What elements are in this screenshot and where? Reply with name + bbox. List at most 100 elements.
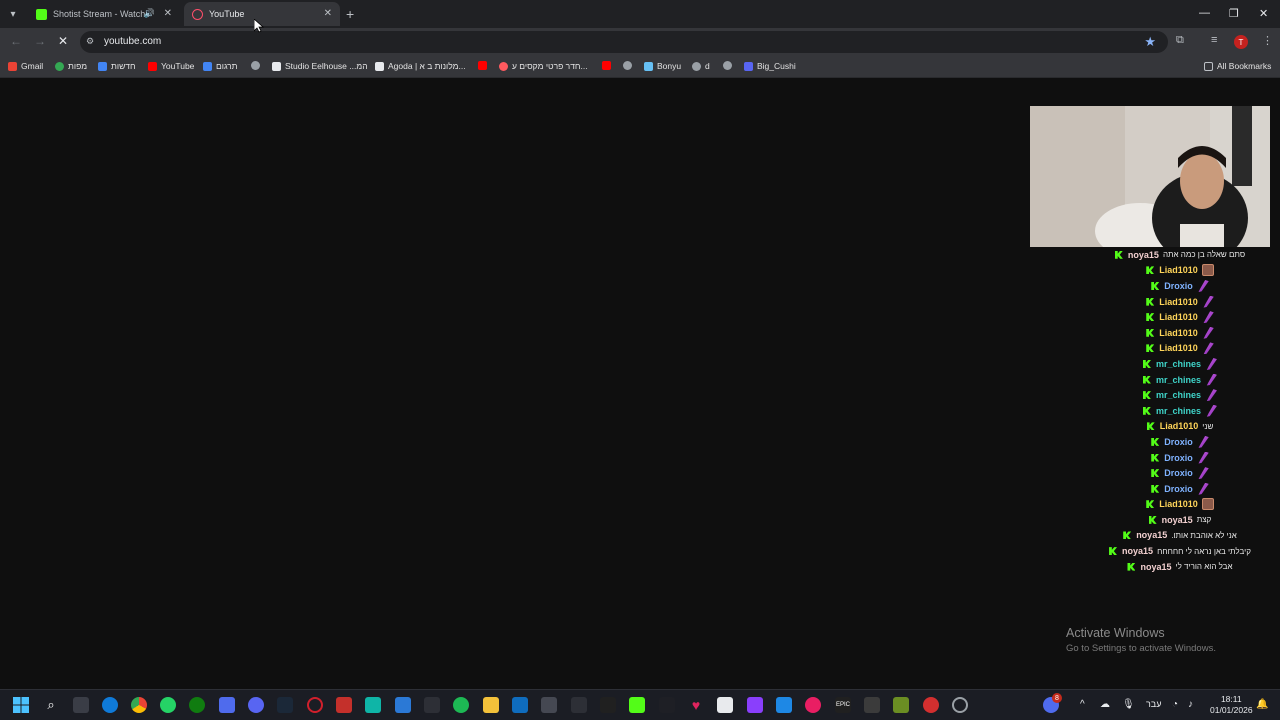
bookmark-news[interactable]: חדשות xyxy=(98,61,136,71)
close-window-button[interactable]: ✕ xyxy=(1259,7,1268,20)
media-controls-icon[interactable]: ≡ xyxy=(1211,34,1217,46)
menu-icon[interactable]: ⋮ xyxy=(1262,34,1273,47)
chat-username[interactable]: Droxio xyxy=(1164,453,1193,463)
clock[interactable]: 18:11 01/01/2026 xyxy=(1210,694,1253,716)
app-icon-11[interactable] xyxy=(923,697,939,713)
app-icon-9[interactable] xyxy=(805,697,821,713)
chat-username[interactable]: Liad1010 xyxy=(1159,265,1198,275)
address-bar[interactable]: ⚙ youtube.com ★ xyxy=(80,31,1168,53)
chat-username[interactable]: mr_chines xyxy=(1156,390,1201,400)
chat-username[interactable]: Liad1010 xyxy=(1159,343,1198,353)
chat-username[interactable]: Liad1010 xyxy=(1159,297,1198,307)
kick-icon[interactable] xyxy=(629,697,645,713)
app-icon-7[interactable] xyxy=(747,697,763,713)
bookmark-bonyu[interactable]: Bonyu xyxy=(644,61,681,71)
chat-username[interactable]: noya15 xyxy=(1122,546,1153,556)
back-button[interactable]: ← xyxy=(10,34,22,48)
copilot-icon[interactable] xyxy=(219,697,235,713)
whatsapp-icon[interactable] xyxy=(160,697,176,713)
app-icon-2[interactable] xyxy=(424,697,440,713)
chat-username[interactable]: Droxio xyxy=(1164,484,1193,494)
heart-icon[interactable]: ♥ xyxy=(688,697,704,713)
discord-icon[interactable] xyxy=(248,697,264,713)
bookmark-translate[interactable]: תרגום xyxy=(203,61,238,71)
app-icon-8[interactable] xyxy=(776,697,792,713)
bookmark-youtube-2[interactable] xyxy=(478,61,491,70)
bookmark-big-cushi[interactable]: Big_Cushi xyxy=(744,61,796,71)
chat-username[interactable]: Droxio xyxy=(1164,468,1193,478)
edge-icon[interactable] xyxy=(102,697,118,713)
new-tab-button[interactable]: + xyxy=(346,6,354,22)
steam-icon[interactable] xyxy=(277,697,293,713)
onedrive-icon[interactable]: ☁ xyxy=(1100,699,1110,710)
app-icon-5[interactable] xyxy=(571,697,587,713)
chat-username[interactable]: mr_chines xyxy=(1156,406,1201,416)
tab-kick-stream[interactable]: Shotist Stream - Watch Live 🔊 ✕ xyxy=(28,2,180,26)
bookmark-globe-3[interactable] xyxy=(723,61,736,70)
bookmark-maps[interactable]: מפות xyxy=(55,61,87,71)
start-button[interactable] xyxy=(13,697,29,713)
restore-button[interactable]: ❐ xyxy=(1229,7,1239,20)
stop-loading-button[interactable]: ✕ xyxy=(58,34,68,48)
chat-username[interactable]: Droxio xyxy=(1164,437,1193,447)
minecraft-icon[interactable] xyxy=(893,697,909,713)
app-icon-6[interactable] xyxy=(659,697,675,713)
microphone-icon[interactable]: 🎙 xyxy=(1122,699,1135,710)
bookmark-globe-2[interactable] xyxy=(623,61,636,70)
notepad-icon[interactable] xyxy=(717,697,733,713)
epic-games-icon[interactable]: EPIC xyxy=(835,697,851,713)
app-icon-4[interactable] xyxy=(541,697,557,713)
chat-username[interactable]: Liad1010 xyxy=(1160,421,1199,431)
tab-search-button[interactable]: ▾ xyxy=(4,5,22,23)
file-explorer-icon[interactable] xyxy=(483,697,499,713)
bookmark-d[interactable]: d xyxy=(692,61,710,71)
bookmark-agoda[interactable]: Agoda | מלונות ב א... xyxy=(375,61,466,71)
search-icon[interactable]: ⌕ xyxy=(43,697,59,713)
xbox-icon[interactable] xyxy=(189,697,205,713)
all-bookmarks[interactable]: All Bookmarks xyxy=(1204,61,1271,71)
language-indicator[interactable]: עבר xyxy=(1146,699,1161,709)
bookmark-youtube[interactable]: YouTube xyxy=(148,61,194,71)
app-icon[interactable] xyxy=(365,697,381,713)
store-icon[interactable] xyxy=(395,697,411,713)
app-icon-10[interactable] xyxy=(864,697,880,713)
profile-avatar[interactable]: T xyxy=(1234,35,1248,49)
forward-button[interactable]: → xyxy=(34,34,46,48)
spotify-icon[interactable] xyxy=(453,697,469,713)
bookmark-globe[interactable] xyxy=(251,61,264,70)
chat-username[interactable]: noya15 xyxy=(1162,515,1193,525)
bookmark-youtube-3[interactable] xyxy=(602,61,615,70)
chat-username[interactable]: mr_chines xyxy=(1156,359,1201,369)
close-tab-icon[interactable]: ✕ xyxy=(324,8,332,19)
chat-username[interactable]: Liad1010 xyxy=(1159,499,1198,509)
volume-icon[interactable]: ♪ xyxy=(1188,699,1193,710)
wifi-icon[interactable]: ◔ xyxy=(1172,699,1178,710)
chat-username[interactable]: mr_chines xyxy=(1156,375,1201,385)
app-icon-3[interactable] xyxy=(512,697,528,713)
chat-username[interactable]: noya15 xyxy=(1140,562,1171,572)
chat-username[interactable]: noya15 xyxy=(1136,530,1167,540)
webcam-image xyxy=(1030,106,1270,247)
capcut-icon[interactable] xyxy=(600,697,616,713)
chrome-icon[interactable] xyxy=(131,697,147,713)
controller-icon xyxy=(692,61,701,71)
chat-username[interactable]: Liad1010 xyxy=(1159,328,1198,338)
bookmark-studio[interactable]: Studio Eelhouse ...המ xyxy=(272,61,368,71)
speaker-icon[interactable]: 🔊 xyxy=(144,8,155,19)
chat-username[interactable]: Droxio xyxy=(1164,281,1193,291)
chat-username[interactable]: Liad1010 xyxy=(1159,312,1198,322)
settings-icon[interactable] xyxy=(952,697,968,713)
extensions-icon[interactable]: ⧉ xyxy=(1176,34,1184,47)
bookmark-star-icon[interactable]: ★ xyxy=(1144,34,1156,50)
show-hidden-icons[interactable]: ^ xyxy=(1080,699,1085,710)
bookmark-gmail[interactable]: Gmail xyxy=(8,61,43,71)
notifications-bell-icon[interactable]: 🔔 xyxy=(1256,699,1268,710)
close-tab-icon[interactable]: ✕ xyxy=(164,8,172,19)
chat-username[interactable]: noya15 xyxy=(1128,250,1159,260)
task-view-icon[interactable] xyxy=(73,697,89,713)
opera-gx-icon[interactable] xyxy=(307,697,323,713)
bookmark-airbnb[interactable]: חדר פרטי מקסים ע... xyxy=(499,61,588,71)
site-settings-icon[interactable]: ⚙ xyxy=(86,36,94,47)
media-player-icon[interactable] xyxy=(336,697,352,713)
minimize-button[interactable]: — xyxy=(1199,7,1210,19)
